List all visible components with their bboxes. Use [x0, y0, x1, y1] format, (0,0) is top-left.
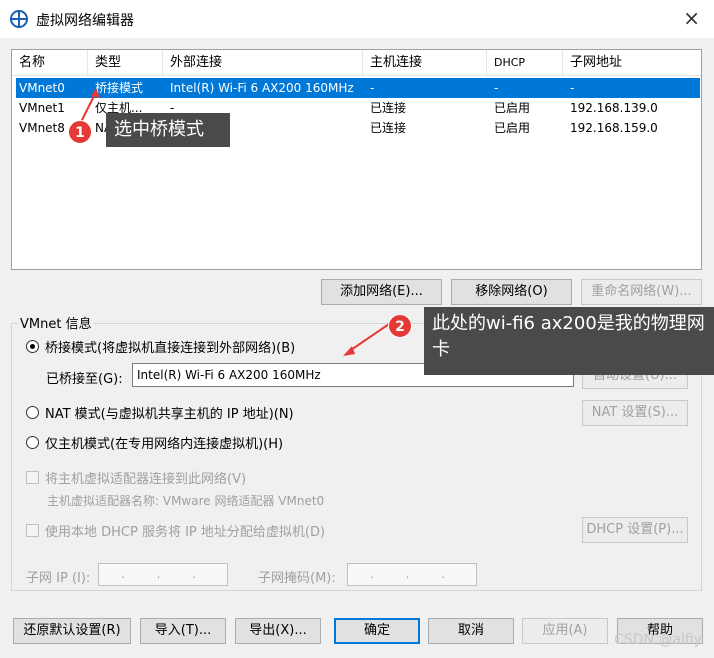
annotation-badge-2: 2 — [388, 314, 412, 338]
annotation-arrow-1 — [79, 91, 97, 125]
annotation-callout-1: 选中桥模式 — [106, 113, 230, 147]
watermark: CSDN @alfiy — [614, 632, 702, 648]
annotation-arrowhead-1 — [91, 88, 100, 98]
annotation-callout-2: 此处的wi-fi6 ax200是我的物理网卡 — [424, 307, 714, 375]
annotation-arrow-2 — [347, 321, 393, 353]
annotation-badge-1: 1 — [68, 120, 92, 144]
